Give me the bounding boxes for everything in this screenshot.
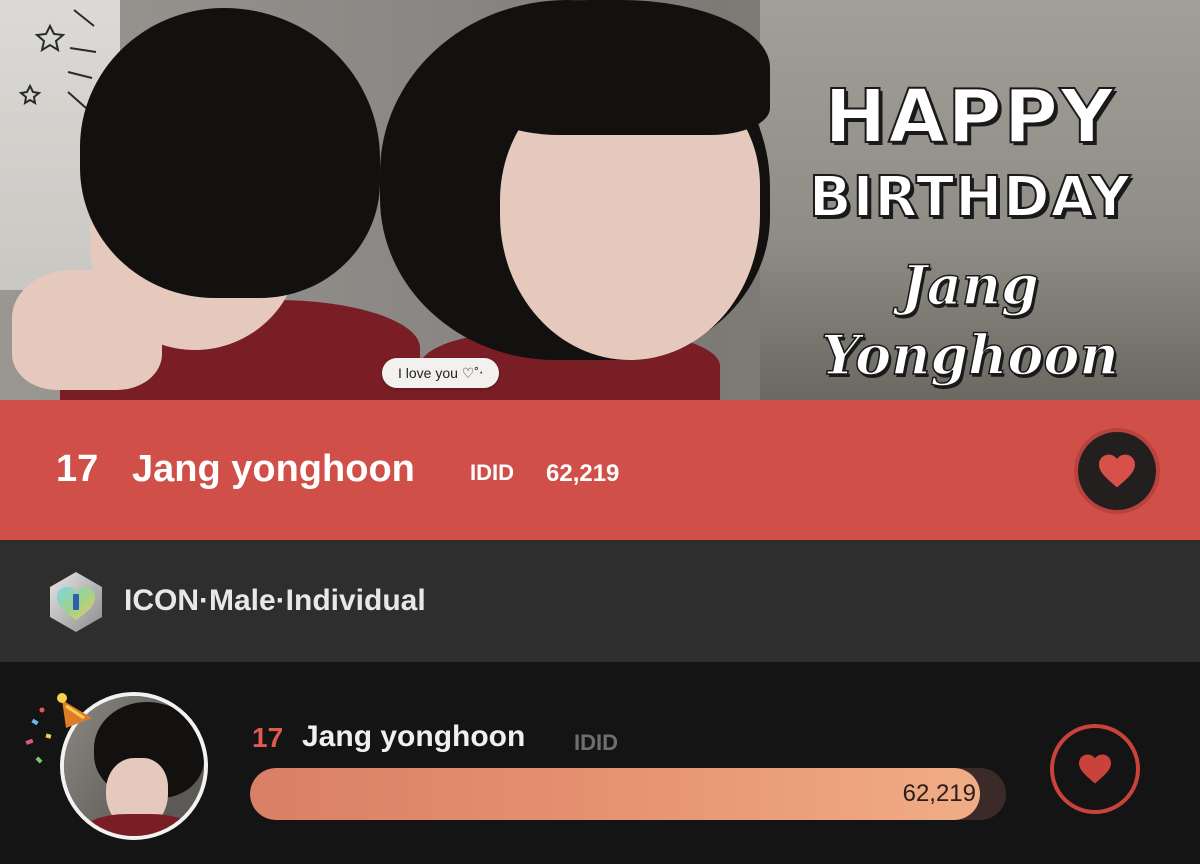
category-row: ICON·Male·Individual: [0, 540, 1200, 662]
banner-happy-title: HAPPY: [823, 74, 1116, 160]
birthday-banner: HAPPY BIRTHDAY Jang Yonghoon I love you …: [0, 0, 1200, 400]
vote-progress-fill: [250, 768, 980, 820]
chat-bubble-sticker: I love you ♡˚‧: [382, 358, 500, 388]
heart-icon: [1099, 454, 1135, 488]
vote-progress-bar: 62,219: [250, 768, 1006, 820]
entry-group-name: IDID: [574, 730, 618, 755]
entry-vote-count: 62,219: [902, 780, 976, 807]
rank-number: 17: [56, 448, 99, 490]
banner-name-script: Jang Yonghoon: [821, 252, 1120, 388]
entry-artist-name: Jang yonghoon: [302, 720, 526, 753]
rank-header-row: 17 Jang yonghoon IDID 62,219: [0, 400, 1200, 540]
hexagon-heart-badge-icon: [50, 572, 102, 632]
banner-birthday-title: BIRTHDAY: [808, 165, 1132, 230]
entry-rank-number: 17: [252, 722, 284, 753]
group-name: IDID: [470, 460, 514, 485]
vote-count: 62,219: [546, 460, 620, 487]
ranking-entry-row[interactable]: 17 Jang yonghoon IDID 62,219: [0, 662, 1200, 864]
heart-icon: [1079, 754, 1111, 784]
category-label: ICON·Male·Individual: [124, 584, 426, 617]
vote-heart-button[interactable]: [1074, 428, 1160, 514]
artist-name: Jang yonghoon: [132, 448, 415, 490]
entry-vote-heart-button[interactable]: [1050, 724, 1140, 814]
party-hat-icon: [25, 693, 92, 764]
